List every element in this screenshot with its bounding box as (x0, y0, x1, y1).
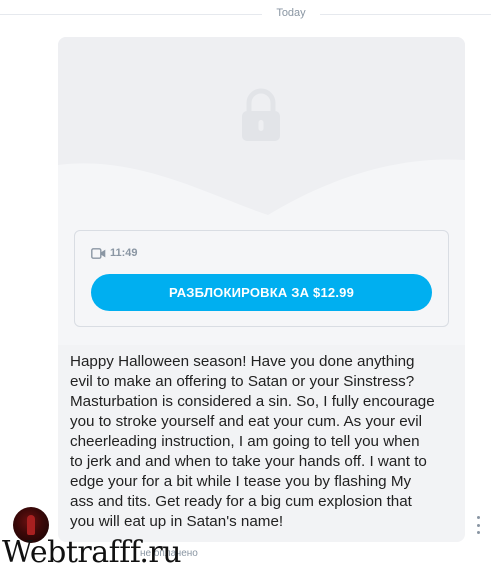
video-camera-icon (91, 247, 106, 259)
avatar-figure (27, 515, 35, 535)
menu-dot (476, 516, 480, 519)
unlock-button[interactable]: РАЗБЛОКИРОВКА ЗА $12.99 (91, 274, 432, 311)
locked-media-preview[interactable]: 11:49 РАЗБЛОКИРОВКА ЗА $12.99 (58, 37, 465, 345)
menu-dot (476, 531, 480, 534)
media-info-card: 11:49 РАЗБЛОКИРОВКА ЗА $12.99 (74, 230, 449, 327)
divider-line-right (320, 14, 491, 15)
divider-line-left (0, 14, 262, 15)
lock-icon (242, 88, 280, 141)
menu-dot (476, 523, 480, 527)
watermark: Webtrafff.ru (2, 535, 182, 570)
video-duration-text: 11:49 (110, 247, 138, 259)
video-duration: 11:49 (91, 245, 138, 261)
message-bubble: 11:49 РАЗБЛОКИРОВКА ЗА $12.99 Happy Hall… (58, 37, 465, 542)
date-divider-label: Today (276, 7, 306, 19)
message-text: Happy Halloween season! Have you done an… (70, 353, 435, 530)
date-divider: Today (0, 6, 491, 24)
more-vertical-icon[interactable] (472, 516, 484, 534)
